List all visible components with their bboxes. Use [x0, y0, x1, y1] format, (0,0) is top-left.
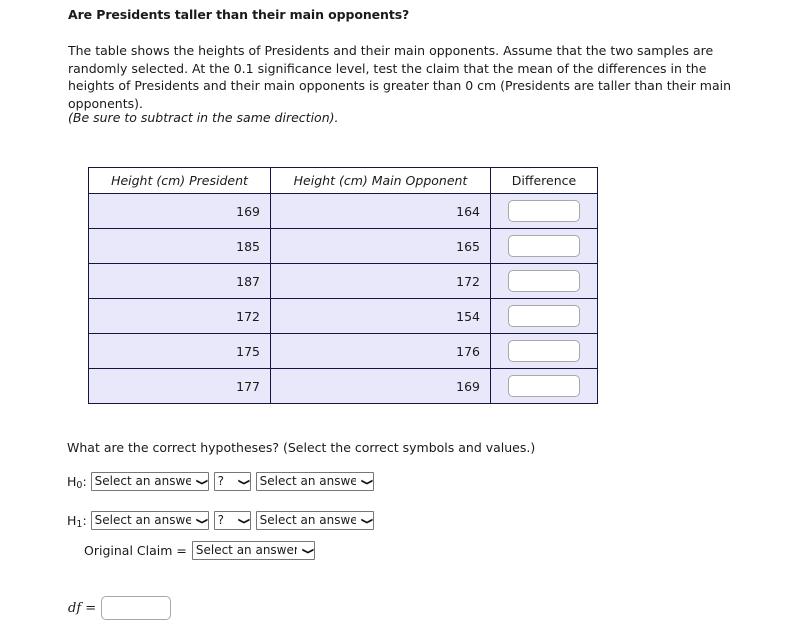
h0-value-select-wrap: Select an answer ❯ — [255, 472, 374, 491]
table-row: 177 169 — [88, 368, 598, 404]
h0-parameter-select[interactable]: Select an answer — [90, 472, 209, 491]
cell-difference — [490, 333, 598, 369]
h0-operator-select-wrap: ? ❯ — [213, 472, 251, 491]
cell-opponent-height: 154 — [270, 298, 491, 334]
h1-operator-select[interactable]: ? — [213, 511, 251, 530]
difference-input[interactable] — [508, 375, 580, 397]
worksheet-page: Are Presidents taller than their main op… — [0, 0, 794, 635]
h1-value-select[interactable]: Select an answer — [255, 511, 374, 530]
cell-opponent-height: 164 — [270, 193, 491, 229]
difference-input[interactable] — [508, 235, 580, 257]
h1-subscript: 1 — [76, 519, 83, 530]
column-header-opponent: Height (cm) Main Opponent — [270, 167, 491, 194]
original-claim-row: Original Claim = Select an answer ❯ — [84, 541, 315, 560]
difference-input[interactable] — [508, 305, 580, 327]
cell-president-height: 175 — [88, 333, 271, 369]
cell-president-height: 177 — [88, 368, 271, 404]
h0-value-select[interactable]: Select an answer — [255, 472, 374, 491]
table-row: 187 172 — [88, 263, 598, 299]
table-header: Height (cm) President Height (cm) Main O… — [88, 167, 598, 194]
difference-input[interactable] — [508, 270, 580, 292]
difference-input[interactable] — [508, 340, 580, 362]
cell-opponent-height: 172 — [270, 263, 491, 299]
column-header-difference: Difference — [490, 167, 598, 194]
df-input[interactable] — [101, 596, 172, 620]
cell-opponent-height: 176 — [270, 333, 491, 369]
problem-note: (Be sure to subtract in the same directi… — [68, 110, 339, 125]
problem-statement: The table shows the heights of President… — [68, 43, 732, 111]
cell-opponent-height: 165 — [270, 228, 491, 264]
h0-operator-select[interactable]: ? — [213, 472, 251, 491]
table-header-row: Height (cm) President Height (cm) Main O… — [88, 167, 598, 194]
heights-data-table: Height (cm) President Height (cm) Main O… — [88, 167, 598, 404]
hypotheses-question: What are the correct hypotheses? (Select… — [67, 440, 536, 455]
cell-difference — [490, 368, 598, 404]
alternative-hypothesis-row: H1: Select an answer ❯ ? ❯ Select an ans… — [67, 511, 374, 530]
table-row: 172 154 — [88, 298, 598, 334]
cell-difference — [490, 193, 598, 229]
cell-president-height: 185 — [88, 228, 271, 264]
cell-president-height: 187 — [88, 263, 271, 299]
df-label: df = — [68, 600, 97, 616]
cell-president-height: 169 — [88, 193, 271, 229]
h1-value-select-wrap: Select an answer ❯ — [255, 511, 374, 530]
null-hypothesis-row: H0: Select an answer ❯ ? ❯ Select an ans… — [67, 472, 374, 491]
original-claim-select-wrap: Select an answer ❯ — [191, 541, 315, 560]
table-row: 175 176 — [88, 333, 598, 369]
h0-label: H0: — [67, 474, 87, 491]
h1-label: H1: — [67, 513, 87, 530]
h1-parameter-select[interactable]: Select an answer — [90, 511, 209, 530]
original-claim-select[interactable]: Select an answer — [191, 541, 315, 560]
h0-subscript: 0 — [76, 480, 83, 491]
page-title: Are Presidents taller than their main op… — [68, 7, 410, 22]
h1-parameter-select-wrap: Select an answer ❯ — [90, 511, 209, 530]
cell-difference — [490, 228, 598, 264]
h1-operator-select-wrap: ? ❯ — [213, 511, 251, 530]
cell-opponent-height: 169 — [270, 368, 491, 404]
difference-input[interactable] — [508, 200, 580, 222]
cell-president-height: 172 — [88, 298, 271, 334]
original-claim-label: Original Claim = — [84, 543, 187, 558]
df-row: df = — [68, 596, 172, 620]
h0-parameter-select-wrap: Select an answer ❯ — [90, 472, 209, 491]
table-body: 169 164 185 165 187 172 172 154 175 176 … — [88, 193, 598, 404]
table-row: 169 164 — [88, 193, 598, 229]
cell-difference — [490, 298, 598, 334]
column-header-president: Height (cm) President — [88, 167, 271, 194]
table-row: 185 165 — [88, 228, 598, 264]
cell-difference — [490, 263, 598, 299]
